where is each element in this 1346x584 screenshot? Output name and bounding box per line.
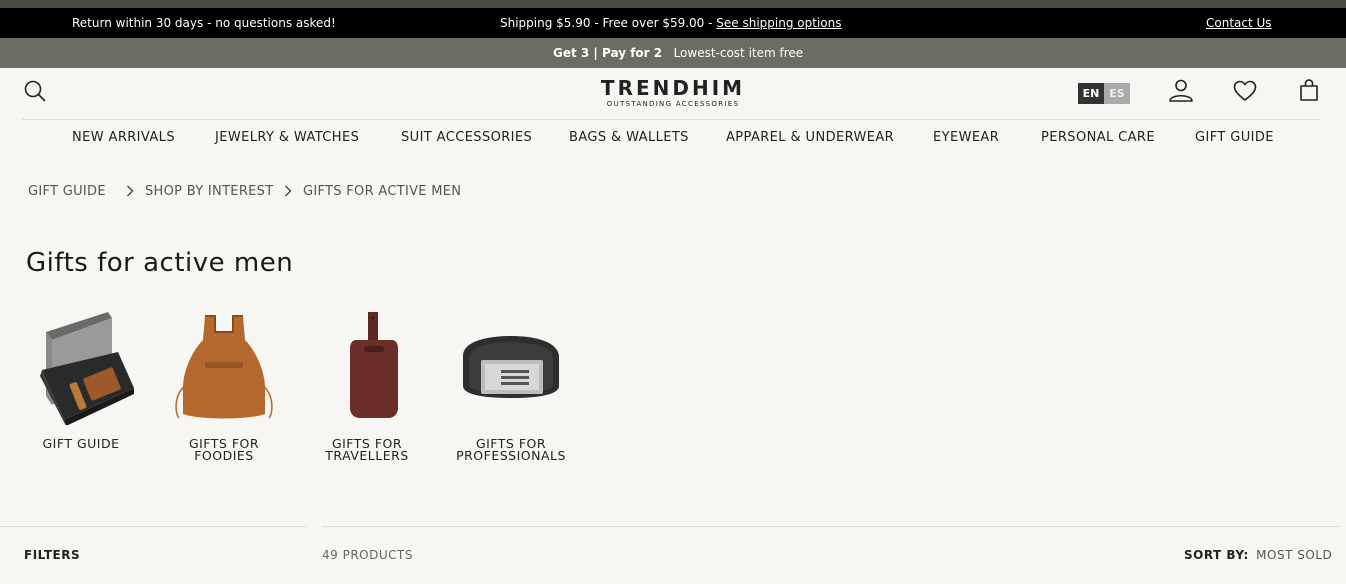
logo[interactable]: TRENDHIM OUTSTANDING ACCESSORIES xyxy=(600,77,746,109)
product-count: 49 PRODUCTS xyxy=(322,548,413,562)
breadcrumb-gift-guide[interactable]: GIFT GUIDE xyxy=(28,184,106,199)
category-gifts-for-foodies[interactable]: GIFTS FOR FOODIES xyxy=(161,310,287,462)
apron-image xyxy=(175,315,273,419)
category-gift-guide[interactable]: GIFT GUIDE xyxy=(18,310,144,450)
breadcrumb-shop-by-interest[interactable]: SHOP BY INTEREST xyxy=(145,184,273,199)
filters-divider xyxy=(0,526,307,527)
breadcrumb-current: GIFTS FOR ACTIVE MEN xyxy=(303,184,462,199)
category-label: GIFTS FOR TRAVELLERS xyxy=(325,436,409,463)
category-gifts-for-professionals[interactable]: GIFTS FOR PROFESSIONALS xyxy=(448,310,574,462)
shipping-text: Shipping $5.90 - Free over $59.00 - xyxy=(500,16,713,30)
category-label: GIFT GUIDE xyxy=(42,436,120,451)
luggage-tag-image xyxy=(350,312,398,418)
nav-bags-wallets[interactable]: BAGS & WALLETS xyxy=(569,130,689,145)
returns-notice: Return within 30 days - no questions ask… xyxy=(72,16,336,30)
contact-us-link[interactable]: Contact Us xyxy=(1206,16,1272,30)
account-icon[interactable] xyxy=(1168,78,1194,104)
products-divider xyxy=(322,526,1340,527)
nav-gift-guide[interactable]: GIFT GUIDE xyxy=(1195,130,1274,145)
chevron-right-icon xyxy=(285,185,292,197)
search-icon[interactable] xyxy=(24,80,46,102)
nav-personal-care[interactable]: PERSONAL CARE xyxy=(1041,130,1155,145)
sort-value: MOST SOLD xyxy=(1256,548,1333,562)
top-strip xyxy=(0,0,1346,8)
belt-image xyxy=(463,336,559,398)
category-label: GIFTS FOR FOODIES xyxy=(188,436,260,463)
category-gifts-for-travellers[interactable]: GIFTS FOR TRAVELLERS xyxy=(304,310,430,462)
filters-button[interactable]: FILTERS xyxy=(24,548,80,562)
shopping-bag-icon[interactable] xyxy=(1299,79,1319,101)
chevron-right-icon xyxy=(127,185,134,197)
page-title: Gifts for active men xyxy=(26,248,294,278)
shipping-notice: Shipping $5.90 - Free over $59.00 - See … xyxy=(500,16,842,30)
language-es[interactable]: ES xyxy=(1104,83,1130,104)
offer-bold: Get 3 | Pay for 2 xyxy=(553,46,663,60)
nav-apparel-underwear[interactable]: APPAREL & UNDERWEAR xyxy=(726,130,894,145)
offer-text: Lowest-cost item free xyxy=(673,46,804,60)
nav-suit-accessories[interactable]: SUIT ACCESSORIES xyxy=(401,130,532,145)
site-header: TRENDHIM OUTSTANDING ACCESSORIES EN ES xyxy=(0,68,1346,120)
promo-bar: Return within 30 days - no questions ask… xyxy=(0,8,1346,38)
logo-name: TRENDHIM xyxy=(600,76,746,100)
offer-bar: Get 3 | Pay for 2 Lowest-cost item free xyxy=(0,38,1346,68)
header-divider xyxy=(22,119,1320,120)
nav-eyewear[interactable]: EYEWEAR xyxy=(933,130,999,145)
category-label: GIFTS FOR PROFESSIONALS xyxy=(456,436,566,463)
sort-dropdown[interactable]: SORT BY: MOST SOLD xyxy=(1184,548,1332,562)
wishlist-heart-icon[interactable] xyxy=(1233,80,1257,102)
shipping-options-link[interactable]: See shipping options xyxy=(716,16,841,30)
gift-box-image xyxy=(40,312,134,425)
main-nav: NEW ARRIVALS JEWELRY & WATCHES SUIT ACCE… xyxy=(0,130,1346,150)
language-en[interactable]: EN xyxy=(1078,83,1104,104)
nav-jewelry-watches[interactable]: JEWELRY & WATCHES xyxy=(215,130,359,145)
sort-label: SORT BY: xyxy=(1184,548,1249,562)
language-switcher: EN ES xyxy=(1078,83,1130,104)
logo-tagline: OUTSTANDING ACCESSORIES xyxy=(606,100,740,108)
nav-new-arrivals[interactable]: NEW ARRIVALS xyxy=(72,130,175,145)
